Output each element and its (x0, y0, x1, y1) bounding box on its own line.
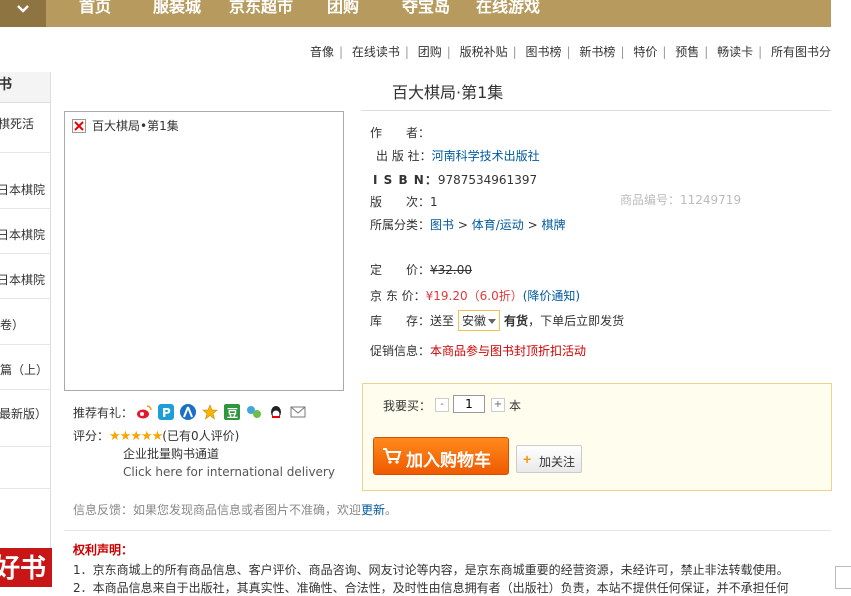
pengyou-icon[interactable]: P (158, 404, 174, 420)
sublink-online-reading[interactable]: 在线读书 (352, 45, 400, 59)
qty-plus-button[interactable]: + (491, 398, 505, 412)
sublink-presale[interactable]: 预售 (675, 45, 699, 59)
nav-supermarket[interactable]: 京东超市 (229, 0, 293, 19)
rights-title: 权利声明： (73, 543, 134, 557)
product-title: 百大棋局·第1集 (392, 83, 504, 102)
qty-minus-button[interactable]: - (435, 398, 449, 412)
cart-icon (383, 448, 402, 464)
province-select[interactable]: 安徽 (458, 310, 501, 331)
broken-image-icon (72, 119, 86, 133)
qq-icon[interactable] (268, 404, 284, 420)
jd-price: ¥19.20（6.0折） (425, 289, 523, 303)
rights-line-1: 1．京东商城上的所有商品信息、客户评价、商品咨询、网友讨论等内容，是京东商城重要… (73, 563, 789, 577)
update-link[interactable]: 更新 (361, 503, 385, 517)
category-row: 所属分类：图书 > 体育/运动 > 棋牌 (370, 218, 566, 232)
plus-icon: + (523, 451, 532, 467)
nav-treasure[interactable]: 夺宝岛 (402, 0, 450, 19)
svg-text:豆: 豆 (227, 407, 238, 420)
feedback-row: 信息反馈：如果您发现商品信息或者图片不准确，欢迎更新。 (73, 503, 398, 517)
nav-home[interactable]: 首页 (79, 0, 111, 19)
nav-online-games[interactable]: 在线游戏 (476, 0, 540, 19)
rating-count: (已有0人评价) (162, 429, 240, 443)
sublink-royalty[interactable]: 版税补贴 (460, 45, 508, 59)
svg-text:P: P (162, 406, 171, 420)
publisher-link[interactable]: 河南科学技术出版社 (432, 149, 540, 163)
bulk-purchase-link[interactable]: 企业批量购书通道 (123, 445, 219, 462)
sidebar-item[interactable]: 日本棋院 (0, 271, 47, 288)
promo-row: 促销信息：本商品参与图书封顶折扣活动 (370, 344, 587, 358)
follow-button[interactable]: + 加关注 (516, 445, 582, 473)
qty-input[interactable] (453, 395, 485, 413)
promo-text: 本商品参与图书封顶折扣活动 (430, 344, 587, 358)
sidebar-item[interactable]: 卷） (0, 316, 50, 333)
sidebar-item[interactable]: 最新版） (0, 405, 49, 422)
isbn-value: 9787534961397 (437, 173, 538, 187)
section-divider (64, 530, 831, 531)
sidebar-item[interactable]: 日本棋院 (0, 181, 47, 198)
category-chess[interactable]: 棋牌 (541, 218, 565, 232)
stock-status: 有货 (504, 314, 529, 328)
sidebar-item[interactable]: 日本棋院 (0, 226, 47, 243)
price-notice-link[interactable]: (降价通知) (523, 289, 580, 303)
buy-box: 我要买： - + 本 加入购物车 + 加关注 (362, 383, 832, 491)
sidebar-header: 书 (0, 72, 50, 103)
edition-row: 版 次：1 (370, 195, 438, 209)
title-divider (361, 110, 831, 111)
jd-price-row: 京 东 价：¥19.20（6.0折）(降价通知) (370, 289, 581, 303)
sublink-audio[interactable]: 音像 (310, 45, 334, 59)
author-row: 作 者： (370, 126, 431, 140)
renren-icon[interactable] (180, 404, 196, 420)
sidebar-item[interactable]: 篇（上） (0, 361, 50, 378)
caret-down-icon (488, 319, 497, 324)
book-logo: 好书 (0, 548, 52, 587)
douban-icon[interactable]: 豆 (224, 404, 240, 420)
sublink-new-rank[interactable]: 新书榜 (579, 45, 615, 59)
category-books[interactable]: 图书 (430, 218, 454, 232)
rights-line-2: 2．本商品信息来自于出版社，其真实性、准确性、合法性，及时性由信息拥有者（出版社… (73, 581, 789, 595)
sublink-group[interactable]: 团购 (418, 45, 442, 59)
image-alt-text: 百大棋局•第1集 (92, 119, 179, 133)
weibo-icon[interactable] (136, 404, 152, 420)
rating-stars: ★★★★★ (109, 429, 163, 444)
qty-label: 我要买： (383, 399, 432, 413)
chevron-down-icon (17, 5, 29, 13)
rating-row: 评分：★★★★★(已有0人评价) (73, 429, 240, 444)
sidebar-item[interactable]: 棋死活 (0, 115, 48, 132)
share-label: 推荐有礼： (73, 406, 134, 420)
publisher-row: 出 版 社：河南科学技术出版社 (376, 149, 540, 163)
stock-row: 库 存：送至 安徽 有货，下单后立即发货 (370, 310, 624, 331)
category-dropdown[interactable] (0, 0, 46, 27)
sku-number: 商品编号：11249719 (620, 193, 742, 207)
international-delivery-link[interactable]: Click here for international delivery (123, 465, 335, 479)
mail-icon[interactable] (290, 404, 306, 420)
top-nav-bar: 首页 服装城 京东超市 团购 夺宝岛 在线游戏 (0, 0, 831, 27)
add-to-cart-button[interactable]: 加入购物车 (373, 437, 509, 475)
edition-value: 1 (430, 195, 438, 209)
product-image[interactable]: 百大棋局•第1集 (64, 111, 344, 391)
book-sub-links: 音像 | 在线读书 | 团购 | 版税补贴 | 图书榜 | 新书榜 | 特价 | 预售 | 畅读… (309, 45, 831, 59)
kaixin-icon[interactable] (246, 404, 262, 420)
list-price: ¥32.00 (430, 263, 473, 277)
sublink-all-books[interactable]: 所有图书分 (771, 45, 831, 59)
sublink-reading-card[interactable]: 畅读卡 (717, 45, 753, 59)
nav-group-buy[interactable]: 团购 (327, 0, 359, 19)
sublink-special[interactable]: 特价 (633, 45, 657, 59)
category-sports[interactable]: 体育/运动 (472, 218, 524, 232)
list-price-row: 定 价：¥32.00 (370, 263, 473, 277)
feedback-tab[interactable] (835, 566, 851, 589)
isbn-row: I S B N：9787534961397 (373, 173, 538, 187)
sublink-book-rank[interactable]: 图书榜 (526, 45, 562, 59)
qty-unit: 本 (509, 399, 522, 413)
left-sidebar: 书 棋死活 日本棋院 日本棋院 日本棋院 卷） 篇（上） 最新版） (0, 72, 51, 572)
nav-clothing[interactable]: 服装城 (153, 0, 201, 19)
star-icon[interactable] (202, 404, 218, 420)
